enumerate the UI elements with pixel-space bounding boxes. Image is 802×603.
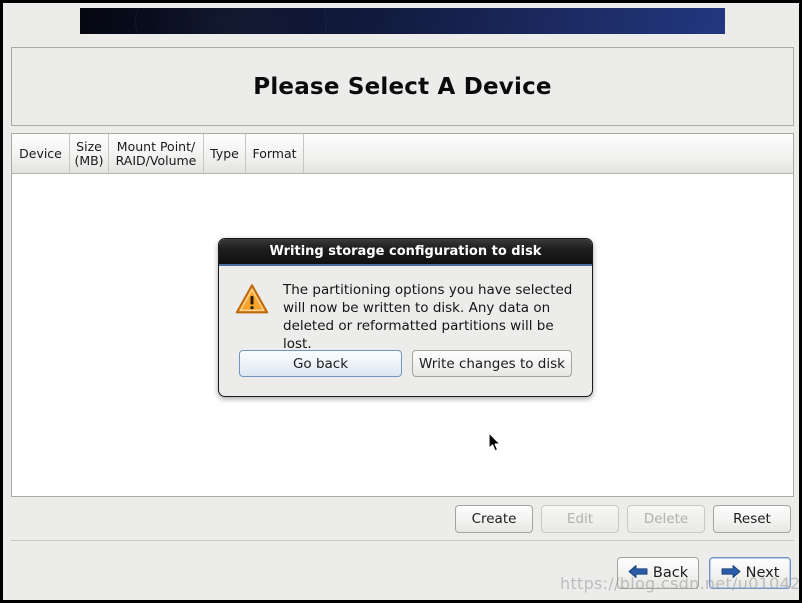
arrow-right-icon [721, 564, 741, 583]
column-header-type[interactable]: Type [204, 134, 246, 173]
back-button[interactable]: Back [617, 557, 699, 589]
next-button[interactable]: Next [709, 557, 791, 589]
go-back-button[interactable]: Go back [239, 350, 402, 377]
back-button-label: Back [652, 565, 689, 581]
column-header-device[interactable]: Device [12, 134, 70, 173]
device-table-header: Device Size (MB) Mount Point/ RAID/Volum… [12, 134, 793, 174]
create-button[interactable]: Create [455, 505, 533, 533]
reset-button[interactable]: Reset [713, 505, 791, 533]
column-header-format[interactable]: Format [246, 134, 304, 173]
column-header-size[interactable]: Size (MB) [70, 134, 109, 173]
dialog-button-row: Go back Write changes to disk [219, 344, 592, 396]
wizard-navigation-bar: Back Next [3, 556, 799, 590]
column-header-mount-point[interactable]: Mount Point/ RAID/Volume [109, 134, 204, 173]
next-button-label: Next [745, 565, 780, 581]
header-banner [80, 3, 725, 78]
edit-button: Edit [541, 505, 619, 533]
warning-triangle-icon [235, 281, 269, 354]
device-actions-toolbar: Create Edit Delete Reset [3, 503, 799, 535]
write-changes-to-disk-button[interactable]: Write changes to disk [412, 350, 572, 377]
dialog-message: The partitioning options you have select… [283, 282, 573, 352]
installer-window: Please Select A Device Device Size (MB) … [3, 3, 799, 600]
dialog-body: The partitioning options you have select… [219, 266, 592, 354]
arrow-left-icon [628, 564, 648, 583]
write-changes-dialog: Writing storage configuration to disk Th… [218, 238, 593, 397]
delete-button: Delete [627, 505, 705, 533]
page-title: Please Select A Device [253, 73, 552, 100]
dialog-titlebar: Writing storage configuration to disk [219, 239, 592, 266]
footer-divider [11, 540, 794, 541]
page-title-panel: Please Select A Device [11, 47, 794, 126]
dialog-title: Writing storage configuration to disk [269, 244, 542, 259]
column-header-filler [304, 134, 793, 173]
